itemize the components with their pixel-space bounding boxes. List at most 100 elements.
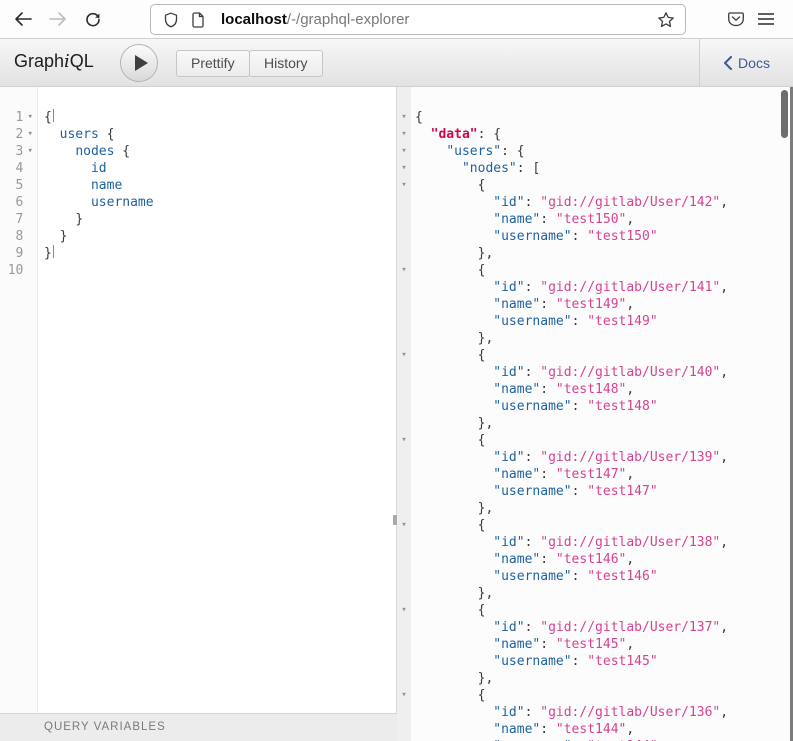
fold-arrow-empty xyxy=(397,653,411,670)
code-line: "username": "test148" xyxy=(415,398,793,415)
code-line[interactable]: users { xyxy=(44,126,396,143)
fold-arrow-empty xyxy=(397,483,411,500)
result-gutter-row xyxy=(397,721,411,738)
line-number: 1 xyxy=(0,109,23,126)
history-button[interactable]: History xyxy=(249,50,323,77)
code-line[interactable]: name xyxy=(44,177,396,194)
code-line: "username": "test146" xyxy=(415,568,793,585)
result-gutter-row: ▾ xyxy=(397,160,411,177)
execute-query-button[interactable] xyxy=(120,44,158,82)
result-gutter-row: ▾ xyxy=(397,602,411,619)
reload-icon[interactable] xyxy=(81,7,105,31)
fold-arrow-icon[interactable]: ▾ xyxy=(397,262,411,279)
line-number: 6 xyxy=(0,194,23,211)
code-line[interactable]: } xyxy=(44,245,396,262)
fold-arrow-empty xyxy=(397,619,411,636)
code-line: { xyxy=(415,109,793,126)
line-number: 2 xyxy=(0,126,23,143)
page-icon[interactable] xyxy=(191,12,207,28)
graphiql-logo: GraphiQL xyxy=(14,51,94,72)
line-number: 9 xyxy=(0,245,23,262)
fold-arrow-icon[interactable]: ▾ xyxy=(397,143,411,160)
code-line: "name": "test150", xyxy=(415,211,793,228)
code-line: "name": "test149", xyxy=(415,296,793,313)
graphiql-main: 1▾2▾3▾45678910 { users { nodes { id name… xyxy=(0,87,793,741)
fold-arrow-empty xyxy=(397,245,411,262)
result-gutter-row: ▾ xyxy=(397,262,411,279)
fold-arrow-empty xyxy=(397,398,411,415)
forward-icon[interactable] xyxy=(46,7,70,31)
prettify-button[interactable]: Prettify xyxy=(176,50,250,77)
code-line[interactable]: { xyxy=(44,109,396,126)
gutter-row: 3▾ xyxy=(0,143,37,160)
fold-arrow-icon[interactable]: ▾ xyxy=(397,347,411,364)
gutter-row: 8 xyxy=(0,228,37,245)
result-gutter-row xyxy=(397,466,411,483)
fold-arrow-empty xyxy=(397,551,411,568)
fold-arrow-empty xyxy=(397,534,411,551)
url-text[interactable]: localhost/-/graphql-explorer xyxy=(221,11,657,28)
code-line[interactable]: nodes { xyxy=(44,143,396,160)
pocket-icon[interactable] xyxy=(724,7,748,31)
result-gutter-row xyxy=(397,551,411,568)
fold-arrow-empty xyxy=(397,211,411,228)
fold-arrow-icon[interactable]: ▾ xyxy=(397,160,411,177)
code-line: { xyxy=(415,177,793,194)
query-variables-header[interactable]: QUERY VARIABLES xyxy=(0,713,397,741)
line-number: 10 xyxy=(0,262,23,279)
result-gutter-row xyxy=(397,279,411,296)
code-line: "username": "test150" xyxy=(415,228,793,245)
fold-arrow-empty xyxy=(397,449,411,466)
result-gutter-row xyxy=(397,568,411,585)
result-gutter-row xyxy=(397,364,411,381)
result-gutter-row: ▾ xyxy=(397,143,411,160)
fold-arrow-empty xyxy=(23,177,37,194)
code-line: }, xyxy=(415,245,793,262)
result-gutter-row xyxy=(397,704,411,721)
query-editor[interactable]: 1▾2▾3▾45678910 { users { nodes { id name… xyxy=(0,87,397,713)
result-json: { "data": { "users": { "nodes": [ { "id"… xyxy=(411,87,793,741)
fold-arrow-icon[interactable]: ▾ xyxy=(23,109,37,126)
code-line: }, xyxy=(415,585,793,602)
code-line: { xyxy=(415,687,793,704)
fold-arrow-icon[interactable]: ▾ xyxy=(23,126,37,143)
result-gutter-row xyxy=(397,296,411,313)
query-editor-code[interactable]: { users { nodes { id name username } }} xyxy=(38,87,396,713)
shield-icon[interactable] xyxy=(163,12,179,28)
fold-arrow-empty xyxy=(397,296,411,313)
result-scrollbar-thumb[interactable] xyxy=(781,90,788,138)
code-line: "id": "gid://gitlab/User/137", xyxy=(415,619,793,636)
fold-arrow-empty xyxy=(397,415,411,432)
url-host: localhost xyxy=(221,11,287,28)
code-line: "username": "test145" xyxy=(415,653,793,670)
fold-arrow-empty xyxy=(397,381,411,398)
code-line[interactable]: } xyxy=(44,211,396,228)
code-line: "name": "test145", xyxy=(415,636,793,653)
result-viewer: ▾▾▾▾▾▾▾▾▾▾▾ { "data": { "users": { "node… xyxy=(397,87,793,741)
result-gutter-row xyxy=(397,585,411,602)
fold-arrow-icon[interactable]: ▾ xyxy=(397,109,411,126)
fold-arrow-icon[interactable]: ▾ xyxy=(397,126,411,143)
gutter-row: 9 xyxy=(0,245,37,262)
fold-arrow-icon[interactable]: ▾ xyxy=(397,687,411,704)
result-gutter-row xyxy=(397,330,411,347)
menu-icon[interactable] xyxy=(754,7,778,31)
docs-toggle[interactable]: Docs xyxy=(699,39,793,86)
code-line[interactable]: username xyxy=(44,194,396,211)
code-line: "id": "gid://gitlab/User/140", xyxy=(415,364,793,381)
result-gutter-row xyxy=(397,381,411,398)
fold-arrow-icon[interactable]: ▾ xyxy=(397,432,411,449)
fold-arrow-icon[interactable]: ▾ xyxy=(397,517,411,534)
url-bar[interactable]: localhost/-/graphql-explorer xyxy=(150,4,686,35)
code-line[interactable]: } xyxy=(44,228,396,245)
back-icon[interactable] xyxy=(11,7,35,31)
star-icon[interactable] xyxy=(657,11,675,29)
result-gutter-row: ▾ xyxy=(397,432,411,449)
code-line[interactable] xyxy=(44,262,396,279)
fold-arrow-icon[interactable]: ▾ xyxy=(23,143,37,160)
code-line[interactable]: id xyxy=(44,160,396,177)
code-line: "nodes": [ xyxy=(415,160,793,177)
fold-arrow-icon[interactable]: ▾ xyxy=(397,177,411,194)
code-line: "id": "gid://gitlab/User/142", xyxy=(415,194,793,211)
fold-arrow-icon[interactable]: ▾ xyxy=(397,602,411,619)
